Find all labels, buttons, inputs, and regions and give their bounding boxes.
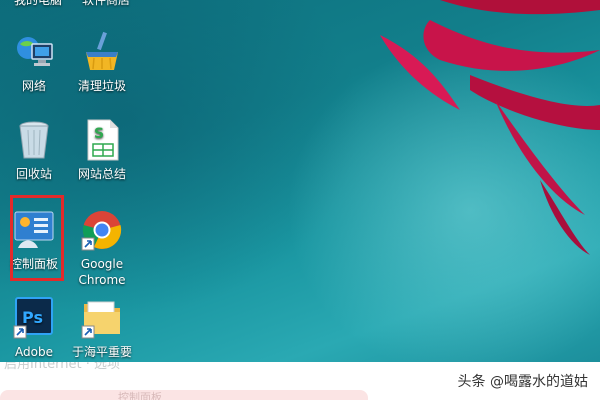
selection-highlight <box>10 195 64 281</box>
desktop-icon-site-summary[interactable]: S 网站总结 <box>72 118 132 182</box>
broom-icon <box>80 30 124 74</box>
svg-text:S: S <box>94 126 104 142</box>
chrome-icon <box>80 208 124 252</box>
icon-label: 于海平重要 <box>72 345 133 359</box>
icon-label: Adobe <box>15 345 53 359</box>
desktop-icon-adobe-photoshop[interactable]: Ps Adobe <box>4 296 64 360</box>
icon-label: 网络 <box>21 79 46 93</box>
svg-text:Ps: Ps <box>22 308 43 327</box>
network-icon <box>12 30 56 74</box>
desktop: 我的电脑 软件商店 网络 清理垃圾 回收站 S 网站总结 控制面板 Google… <box>0 0 600 362</box>
desktop-icon-clean-trash[interactable]: 清理垃圾 <box>72 30 132 94</box>
folder-icon <box>80 296 124 340</box>
desktop-icon-google-chrome[interactable]: Google Chrome <box>72 208 132 288</box>
top-icon-label-1: 我的电脑 <box>14 0 63 7</box>
watermark: 头条 @喝露水的道姑 <box>457 374 588 390</box>
icon-label-line1: Google <box>80 257 124 271</box>
recycle-bin-icon <box>12 118 56 162</box>
icon-label: 清理垃圾 <box>77 79 126 93</box>
top-icon-label-2: 软件商店 <box>82 0 131 7</box>
photoshop-icon: Ps <box>12 296 56 340</box>
spreadsheet-icon: S <box>80 118 124 162</box>
icon-label: 网站总结 <box>77 167 126 181</box>
desktop-icon-recycle-bin[interactable]: 回收站 <box>4 118 64 182</box>
highlight-bar: 控制面板 <box>0 390 368 400</box>
icon-label-line2: Chrome <box>78 273 126 287</box>
icon-label: 回收站 <box>15 167 52 181</box>
highlight-bar-text: 控制面板 <box>118 391 162 400</box>
ghost-caption-text: 启用Internet · 选项 <box>4 362 121 372</box>
caption-area: 启用Internet · 选项 控制面板 头条 @喝露水的道姑 <box>0 362 600 400</box>
desktop-icon-network[interactable]: 网络 <box>4 30 64 94</box>
desktop-icon-folder-yuhaiping[interactable]: 于海平重要 <box>72 296 132 360</box>
